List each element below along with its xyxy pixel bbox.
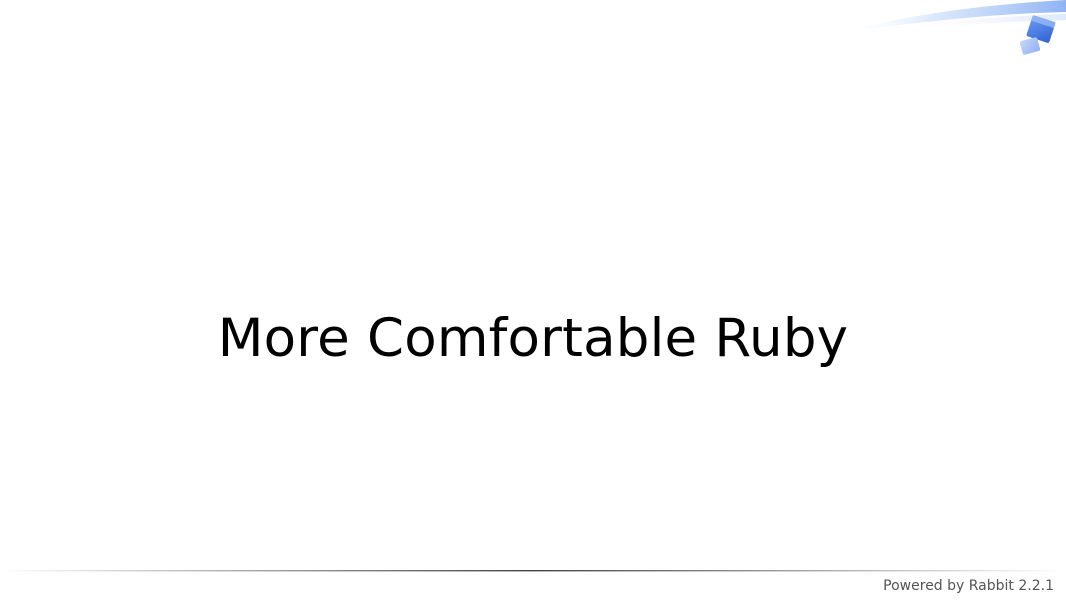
slide-title: More Comfortable Ruby: [217, 308, 849, 369]
slide: More Comfortable Ruby Powered by Rabbit …: [0, 0, 1066, 600]
footer-divider: [0, 570, 1066, 572]
footer-credit: Powered by Rabbit 2.2.1: [883, 578, 1054, 594]
rabbit-swoosh-cube-icon: [840, 0, 1066, 55]
